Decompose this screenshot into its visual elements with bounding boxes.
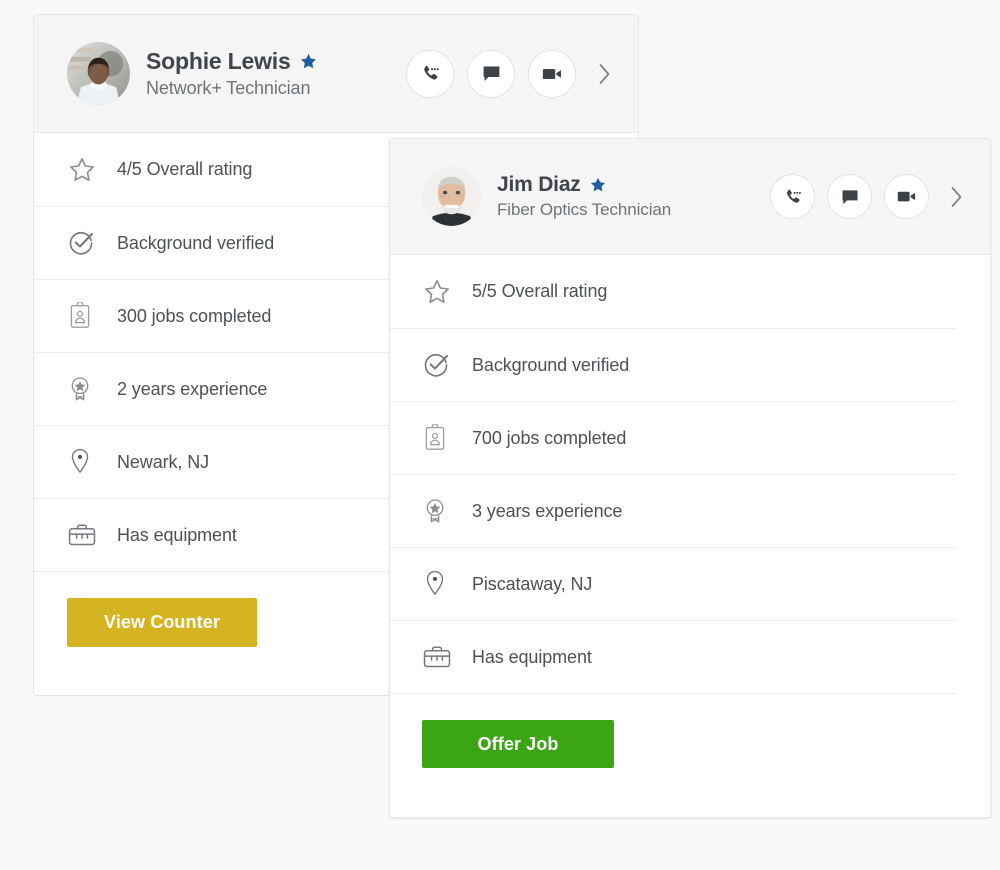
chat-bubble-icon[interactable] <box>827 174 872 219</box>
detail-label: 3 years experience <box>472 500 623 521</box>
video-camera-icon[interactable] <box>884 174 929 219</box>
person-name: Sophie Lewis <box>146 48 291 74</box>
detail-label: 2 years experience <box>117 378 268 399</box>
view-counter-button[interactable]: View Counter <box>67 598 257 647</box>
detail-row-rating: 5/5 Overall rating <box>390 255 956 328</box>
avatar-photo-jim-diaz <box>422 167 481 226</box>
detail-row-background: Background verified <box>390 328 956 401</box>
star-outline-icon <box>422 277 458 307</box>
detail-label: 4/5 Overall rating <box>117 159 253 179</box>
award-badge-icon <box>422 497 458 525</box>
detail-label: Has equipment <box>117 524 237 545</box>
clipboard-person-icon <box>422 424 458 452</box>
clipboard-person-icon <box>67 302 103 330</box>
location-pin-icon <box>422 569 458 599</box>
detail-row-location: Piscataway, NJ <box>390 547 956 620</box>
detail-label: Has equipment <box>472 646 592 667</box>
chevron-right-icon[interactable] <box>944 177 968 217</box>
detail-row-jobs: 700 jobs completed <box>390 401 956 474</box>
header-actions <box>770 174 968 219</box>
detail-label: Newark, NJ <box>117 451 210 472</box>
detail-label: 300 jobs completed <box>117 305 272 326</box>
check-circle-icon <box>67 229 103 257</box>
detail-label: Piscataway, NJ <box>472 573 593 594</box>
detail-label: 700 jobs completed <box>472 427 627 448</box>
person-role: Network+ Technician <box>146 78 311 98</box>
phone-icon[interactable] <box>770 174 815 219</box>
verified-star-icon <box>299 52 318 71</box>
video-camera-icon[interactable] <box>528 49 576 98</box>
chevron-right-icon[interactable] <box>592 54 616 94</box>
card-body: 5/5 Overall rating Background verified 7… <box>390 255 990 768</box>
person-role: Fiber Optics Technician <box>497 200 672 219</box>
detail-label: 5/5 Overall rating <box>472 281 608 301</box>
card-header: Jim Diaz Fiber Optics Technician <box>390 139 990 255</box>
identity-block: Jim Diaz Fiber Optics Technician <box>497 173 671 220</box>
detail-row-experience: 3 years experience <box>390 474 956 547</box>
detail-row-equipment: Has equipment <box>390 620 956 693</box>
phone-icon[interactable] <box>406 49 454 98</box>
avatar-photo-sophie-lewis <box>67 42 130 105</box>
card-header: Sophie Lewis Network+ Technician <box>34 15 638 133</box>
header-actions <box>406 49 616 98</box>
cta-wrapper: Offer Job <box>390 693 956 768</box>
briefcase-icon <box>422 644 458 670</box>
chat-bubble-icon[interactable] <box>467 49 515 98</box>
offer-job-button[interactable]: Offer Job <box>422 720 614 768</box>
technician-card-jim-diaz: Jim Diaz Fiber Optics Technician 5/5 Ove… <box>389 138 991 818</box>
person-name: Jim Diaz <box>497 173 581 196</box>
verified-star-icon <box>589 176 607 194</box>
detail-label: Background verified <box>117 232 275 253</box>
identity-block: Sophie Lewis Network+ Technician <box>146 48 318 99</box>
check-circle-icon <box>422 351 458 379</box>
name-row: Jim Diaz <box>497 173 671 197</box>
detail-list: 5/5 Overall rating Background verified 7… <box>390 255 990 693</box>
detail-label: Background verified <box>472 354 630 375</box>
award-badge-icon <box>67 375 103 403</box>
location-pin-icon <box>67 447 103 477</box>
star-outline-icon <box>67 155 103 185</box>
name-row: Sophie Lewis <box>146 48 318 75</box>
briefcase-icon <box>67 522 103 548</box>
